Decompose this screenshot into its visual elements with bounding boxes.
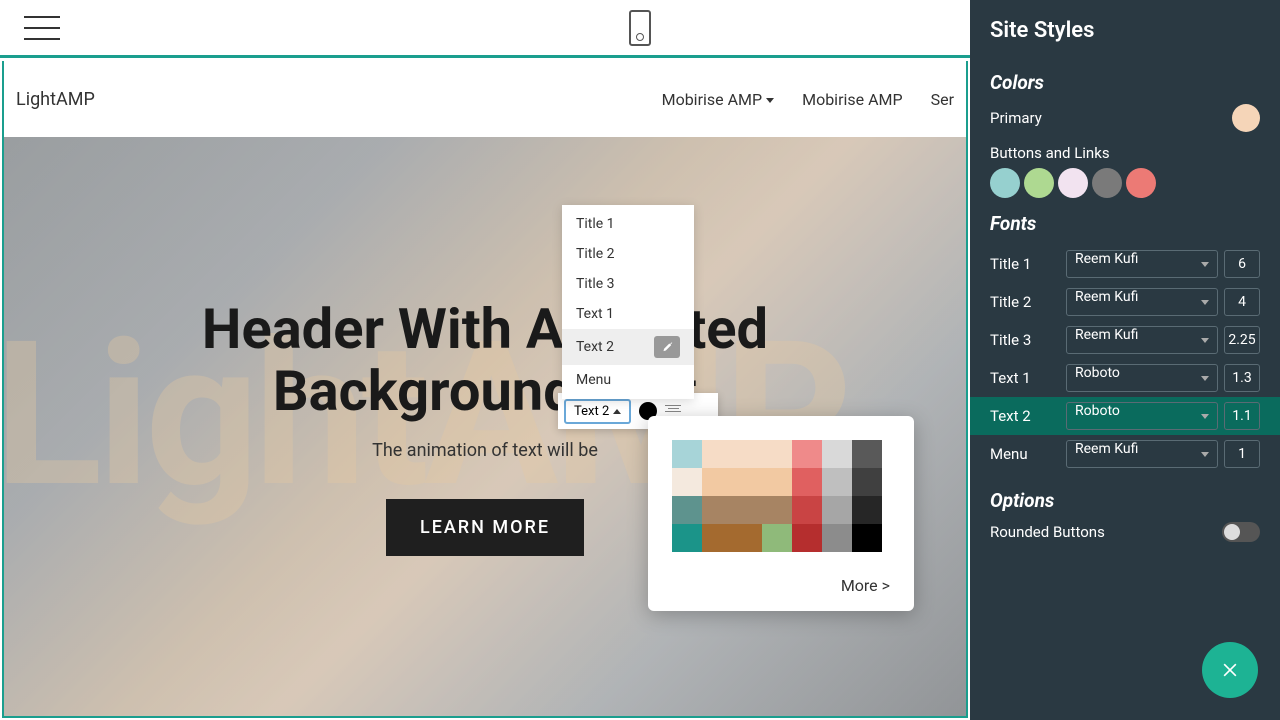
color-swatch[interactable] xyxy=(672,496,702,524)
button-color-swatch[interactable] xyxy=(1092,168,1122,198)
color-swatch[interactable] xyxy=(852,440,882,468)
chevron-up-icon xyxy=(613,409,621,414)
font-row-title-1: Title 1 Reem Kufi xyxy=(970,245,1280,283)
hero-subtitle[interactable]: The animation of text will be xyxy=(372,440,598,461)
color-swatch[interactable] xyxy=(702,496,732,524)
options-heading: Options xyxy=(990,489,1260,512)
close-panel-button[interactable] xyxy=(1202,642,1258,698)
font-label: Menu xyxy=(990,445,1060,463)
site-nav: LightAMP Mobirise AMP Mobirise AMP Ser xyxy=(4,61,966,137)
font-row-text-1: Text 1 Roboto xyxy=(970,359,1280,397)
button-color-swatches xyxy=(990,168,1260,198)
style-option-text-2[interactable]: Text 2 xyxy=(562,329,694,365)
site-styles-panel: Site Styles Colors Primary Buttons and L… xyxy=(970,0,1280,720)
colors-heading: Colors xyxy=(990,71,1260,94)
button-color-swatch[interactable] xyxy=(1024,168,1054,198)
color-swatch[interactable] xyxy=(822,496,852,524)
style-option-title-1[interactable]: Title 1 xyxy=(562,209,694,239)
style-option-title-2[interactable]: Title 2 xyxy=(562,239,694,269)
style-option-title-3[interactable]: Title 3 xyxy=(562,269,694,299)
font-label: Title 3 xyxy=(990,331,1060,349)
close-icon xyxy=(1220,660,1240,680)
color-swatch[interactable] xyxy=(792,524,822,552)
rounded-buttons-option: Rounded Buttons xyxy=(990,522,1260,542)
hamburger-icon[interactable] xyxy=(24,16,60,40)
learn-more-button[interactable]: LEARN MORE xyxy=(386,499,584,556)
color-swatch[interactable] xyxy=(792,440,822,468)
fonts-heading: Fonts xyxy=(990,212,1260,235)
color-swatch[interactable] xyxy=(822,468,852,496)
chevron-down-icon xyxy=(766,98,774,103)
buttons-links-label: Buttons and Links xyxy=(990,144,1260,162)
color-swatch[interactable] xyxy=(732,496,762,524)
font-size-input[interactable] xyxy=(1224,326,1260,354)
eyedropper-icon[interactable] xyxy=(654,336,680,358)
text-style-dropdown: Title 1Title 2Title 3Text 1Text 2Menu xyxy=(562,205,694,399)
color-swatch[interactable] xyxy=(792,468,822,496)
color-swatch[interactable] xyxy=(672,468,702,496)
font-row-menu: Menu Reem Kufi xyxy=(970,435,1280,473)
font-size-input[interactable] xyxy=(1224,250,1260,278)
style-option-menu[interactable]: Menu xyxy=(562,365,694,395)
primary-color-swatch[interactable] xyxy=(1232,104,1260,132)
color-swatch[interactable] xyxy=(792,496,822,524)
color-swatch[interactable] xyxy=(822,440,852,468)
preview-canvas: LightAMP Mobirise AMP Mobirise AMP Ser L… xyxy=(2,61,968,718)
button-color-swatch[interactable] xyxy=(1058,168,1088,198)
color-swatch[interactable] xyxy=(762,468,792,496)
color-swatch[interactable] xyxy=(822,524,852,552)
color-swatch[interactable] xyxy=(762,496,792,524)
font-size-input[interactable] xyxy=(1224,440,1260,468)
nav-item-1[interactable]: Mobirise AMP xyxy=(662,90,775,109)
style-option-text-1[interactable]: Text 1 xyxy=(562,299,694,329)
font-row-title-3: Title 3 Reem Kufi xyxy=(970,321,1280,359)
font-family-select[interactable]: Reem Kufi xyxy=(1066,288,1218,316)
nav-item-2[interactable]: Mobirise AMP xyxy=(802,90,903,109)
color-swatch[interactable] xyxy=(732,524,762,552)
color-swatch[interactable] xyxy=(762,440,792,468)
font-size-input[interactable] xyxy=(1224,402,1260,430)
color-swatch[interactable] xyxy=(762,524,792,552)
font-family-select[interactable]: Reem Kufi xyxy=(1066,326,1218,354)
primary-color-row: Primary xyxy=(990,104,1260,132)
nav-links: Mobirise AMP Mobirise AMP Ser xyxy=(662,90,954,109)
panel-title: Site Styles xyxy=(990,18,1260,43)
font-label: Text 1 xyxy=(990,369,1060,387)
font-family-select[interactable]: Roboto xyxy=(1066,364,1218,392)
font-label: Title 1 xyxy=(990,255,1060,273)
color-swatch[interactable] xyxy=(852,468,882,496)
more-colors-link[interactable]: More > xyxy=(672,576,890,595)
color-swatch[interactable] xyxy=(702,468,732,496)
color-swatch[interactable] xyxy=(702,524,732,552)
font-family-select[interactable]: Reem Kufi xyxy=(1066,250,1218,278)
text-style-selector[interactable]: Text 2 xyxy=(564,399,631,424)
button-color-swatch[interactable] xyxy=(1126,168,1156,198)
font-family-select[interactable]: Reem Kufi xyxy=(1066,440,1218,468)
nav-item-3[interactable]: Ser xyxy=(931,90,954,109)
rounded-buttons-toggle[interactable] xyxy=(1222,522,1260,542)
font-row-text-2: Text 2 Roboto xyxy=(970,397,1280,435)
button-color-swatch[interactable] xyxy=(990,168,1020,198)
color-swatch[interactable] xyxy=(852,524,882,552)
font-size-input[interactable] xyxy=(1224,364,1260,392)
color-swatch-grid xyxy=(672,440,890,552)
color-swatch[interactable] xyxy=(852,496,882,524)
font-row-title-2: Title 2 Reem Kufi xyxy=(970,283,1280,321)
color-swatch[interactable] xyxy=(732,440,762,468)
font-size-input[interactable] xyxy=(1224,288,1260,316)
font-family-select[interactable]: Roboto xyxy=(1066,402,1218,430)
primary-label: Primary xyxy=(990,109,1042,127)
mobile-preview-icon[interactable] xyxy=(629,10,651,46)
color-swatch[interactable] xyxy=(732,468,762,496)
brand-logo[interactable]: LightAMP xyxy=(16,89,95,110)
font-label: Text 2 xyxy=(990,407,1060,425)
color-swatch[interactable] xyxy=(672,524,702,552)
color-picker-popover: More > xyxy=(648,416,914,611)
font-label: Title 2 xyxy=(990,293,1060,311)
rounded-buttons-label: Rounded Buttons xyxy=(990,523,1105,541)
color-swatch[interactable] xyxy=(702,440,732,468)
color-swatch[interactable] xyxy=(672,440,702,468)
